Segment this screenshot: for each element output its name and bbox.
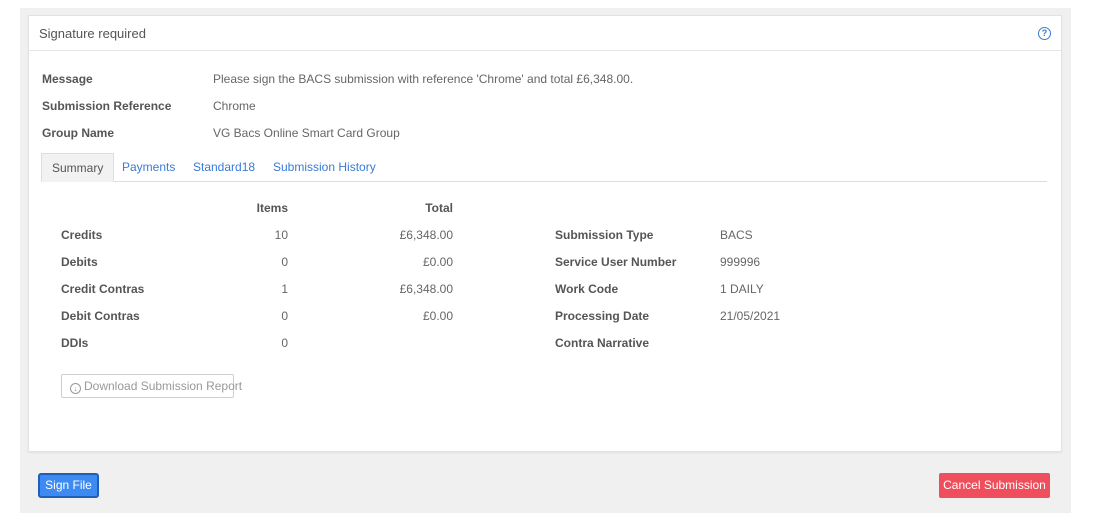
row-items: 0 [281, 336, 288, 350]
detail-label-contra-narrative: Contra Narrative [555, 336, 650, 350]
column-header-total: Total [425, 201, 453, 215]
row-label-ddis: DDIs [61, 336, 89, 350]
info-value: Chrome [213, 99, 256, 113]
column-header-items: Items [256, 201, 288, 215]
info-label: Message [42, 72, 93, 86]
tab-standard18[interactable]: Standard18 [183, 153, 265, 181]
row-items: 0 [281, 309, 288, 323]
page-container: Signature required ? Message Please sign… [20, 8, 1071, 513]
info-value: VG Bacs Online Smart Card Group [213, 126, 400, 140]
signature-panel: Signature required ? Message Please sign… [28, 15, 1062, 452]
panel-title: Signature required [39, 26, 146, 41]
detail-value: 999996 [720, 255, 761, 269]
detail-label-processing-date: Processing Date [555, 309, 650, 323]
row-total: £6,348.00 [399, 282, 453, 296]
row-label-debit-contras: Debit Contras [61, 309, 140, 323]
row-label-credit-contras: Credit Contras [61, 282, 145, 296]
tab-summary[interactable]: Summary [41, 153, 115, 182]
info-label: Group Name [42, 126, 115, 140]
info-label: Submission Reference [42, 99, 172, 113]
row-label-credits: Credits [61, 228, 103, 242]
download-submission-report-button[interactable]: ↓ Download Submission Report [61, 374, 242, 398]
tab-bar: Summary Payments Standard18 Submission H… [41, 153, 1047, 182]
detail-value: 21/05/2021 [720, 309, 781, 323]
detail-label-service-user-number: Service User Number [555, 255, 677, 269]
detail-value: 1 DAILY [720, 282, 764, 296]
arrow-down-circle-icon: ↓ [70, 383, 81, 394]
detail-label-submission-type: Submission Type [555, 228, 654, 242]
detail-label-work-code: Work Code [555, 282, 619, 296]
tab-submission-history[interactable]: Submission History [263, 153, 386, 181]
detail-value: BACS [720, 228, 753, 242]
row-items: 1 [281, 282, 288, 296]
row-items: 0 [281, 255, 288, 269]
row-total: £6,348.00 [399, 228, 453, 242]
row-items: 10 [274, 228, 288, 242]
row-label-debits: Debits [61, 255, 98, 269]
tab-payments[interactable]: Payments [112, 153, 185, 181]
info-value: Please sign the BACS submission with ref… [213, 72, 634, 86]
panel-header: Signature required ? [29, 16, 1061, 51]
row-total: £0.00 [422, 309, 453, 323]
sign-file-button[interactable]: Sign File [38, 473, 99, 498]
cancel-submission-button[interactable]: Cancel Submission [939, 473, 1050, 498]
row-total: £0.00 [422, 255, 453, 269]
question-circle-icon[interactable]: ? [1038, 27, 1051, 40]
download-button-label: Download Submission Report [84, 379, 243, 393]
